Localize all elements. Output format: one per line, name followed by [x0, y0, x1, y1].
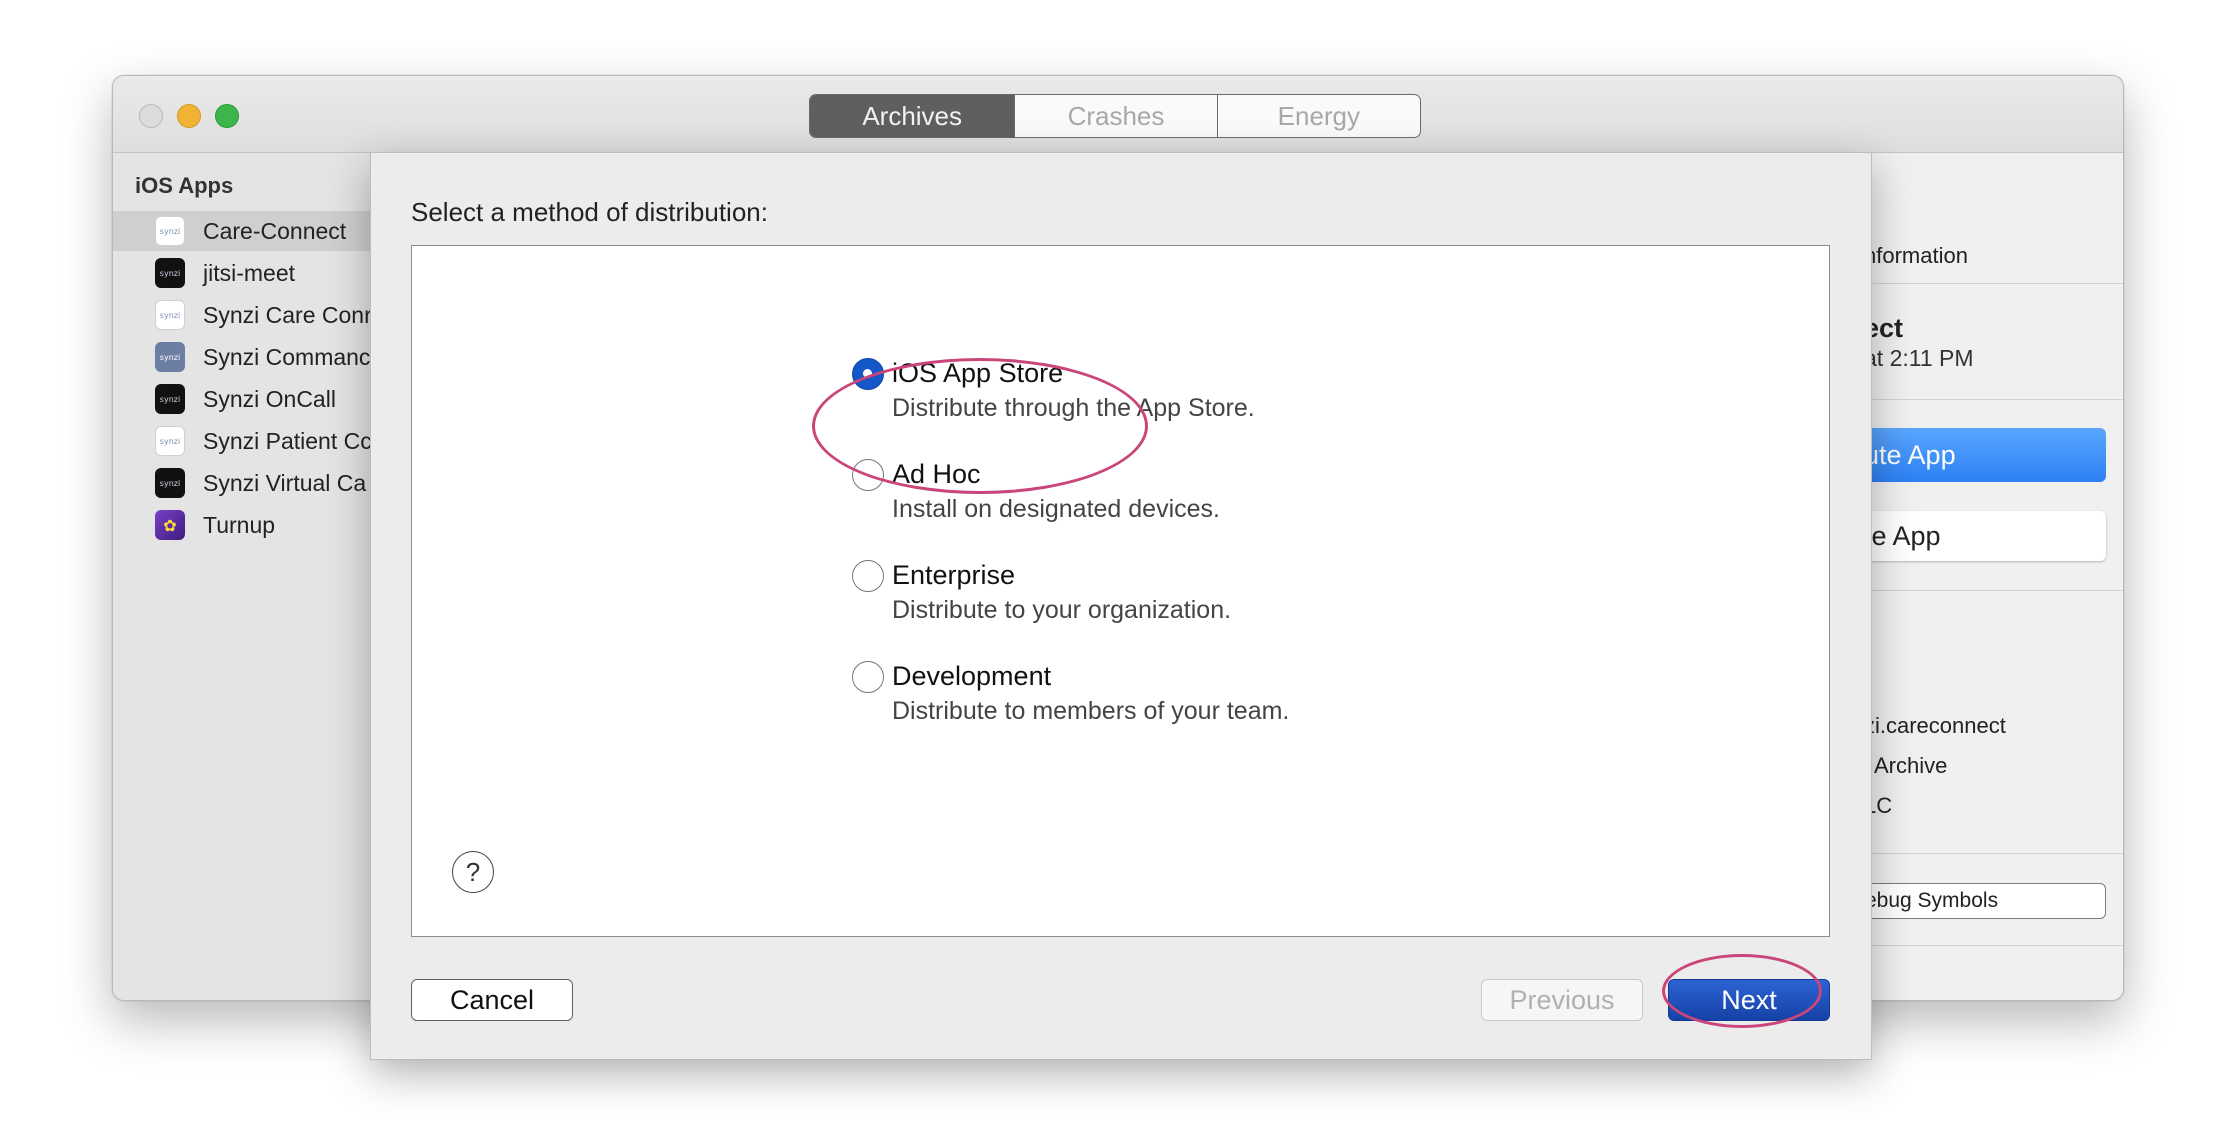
divider — [1864, 399, 2123, 400]
sidebar: iOS Apps synzi Care-Connect synzi jitsi-… — [113, 153, 373, 1000]
information-section-label: nformation — [1864, 243, 1968, 268]
sidebar-item-label: Synzi Virtual Ca — [203, 469, 367, 496]
minimize-window-button[interactable] — [177, 104, 201, 128]
distribution-method-sheet: Select a method of distribution: iOS App… — [370, 152, 1872, 1060]
sidebar-item-label: Synzi Patient Cc — [203, 427, 372, 454]
sidebar-item-synzi-oncall[interactable]: synzi Synzi OnCall — [113, 379, 373, 419]
radio-enterprise[interactable] — [852, 560, 884, 592]
validate-app-button[interactable]: te App — [1864, 511, 2106, 561]
type-value: Archive — [1874, 753, 1948, 778]
sidebar-item-label: Synzi Care Conr — [203, 301, 372, 328]
sidebar-item-care-connect[interactable]: synzi Care-Connect — [113, 211, 373, 251]
option-description: Distribute to members of your team. — [892, 697, 1290, 725]
app-icon: synzi — [155, 342, 185, 372]
close-window-button[interactable] — [139, 104, 163, 128]
option-description: Install on designated devices. — [892, 495, 1220, 523]
distribution-options-panel: iOS App Store Distribute through the App… — [411, 245, 1830, 937]
sidebar-item-label: Care-Connect — [203, 217, 347, 244]
divider — [1864, 945, 2123, 946]
sidebar-item-jitsi-meet[interactable]: synzi jitsi-meet — [113, 253, 373, 293]
sidebar-item-label: Turnup — [203, 511, 276, 538]
app-icon: synzi — [155, 258, 185, 288]
sidebar-item-label: Synzi Commanc — [203, 343, 371, 370]
distribute-app-button[interactable]: ute App — [1864, 428, 2106, 482]
debug-symbols-label: ebug Symbols — [1865, 889, 1999, 912]
distribute-app-label: ute App — [1864, 439, 1956, 470]
radio-development[interactable] — [852, 661, 884, 693]
sidebar-header: iOS Apps — [135, 173, 234, 198]
title-bar: Archives Crashes Energy — [113, 76, 2123, 153]
option-description: Distribute through the App Store. — [892, 394, 1255, 422]
zoom-window-button[interactable] — [215, 104, 239, 128]
app-icon: synzi — [155, 426, 185, 456]
sidebar-item-label: Synzi OnCall — [203, 385, 336, 412]
next-button[interactable]: Next — [1668, 979, 1830, 1021]
divider — [1864, 853, 2123, 854]
app-icon: ✿ — [155, 510, 185, 540]
help-icon[interactable]: ? — [452, 851, 494, 893]
sheet-title: Select a method of distribution: — [411, 197, 768, 227]
previous-button[interactable]: Previous — [1481, 979, 1643, 1021]
divider — [1864, 590, 2123, 591]
radio-ios-app-store[interactable] — [852, 358, 884, 390]
option-title: Enterprise — [892, 560, 1016, 590]
sidebar-item-turnup[interactable]: ✿ Turnup — [113, 505, 373, 545]
option-description: Distribute to your organization. — [892, 596, 1232, 624]
organizer-tabs: Archives Crashes Energy — [809, 94, 1421, 138]
app-icon: synzi — [155, 300, 185, 330]
option-title: Ad Hoc — [892, 459, 981, 489]
app-icon: synzi — [155, 384, 185, 414]
sidebar-item-synzi-virtual[interactable]: synzi Synzi Virtual Ca — [113, 463, 373, 503]
option-title: iOS App Store — [892, 358, 1064, 388]
validate-app-label: te App — [1864, 520, 1941, 551]
app-icon: synzi — [155, 216, 185, 246]
download-debug-symbols-button[interactable]: ebug Symbols — [1864, 883, 2106, 919]
archive-date: at 2:11 PM — [1864, 345, 1974, 371]
sidebar-item-synzi-command[interactable]: synzi Synzi Commanc — [113, 337, 373, 377]
tab-crashes[interactable]: Crashes — [1015, 95, 1218, 137]
sidebar-item-synzi-care-connect[interactable]: synzi Synzi Care Conr — [113, 295, 373, 335]
app-icon: synzi — [155, 468, 185, 498]
tab-energy[interactable]: Energy — [1218, 95, 1420, 137]
archive-inspector: nformation ect at 2:11 PM ute App te App… — [1863, 153, 2123, 1000]
sidebar-item-label: jitsi-meet — [203, 259, 296, 286]
radio-ad-hoc[interactable] — [852, 459, 884, 491]
cancel-button[interactable]: Cancel — [411, 979, 573, 1021]
identifier-value: zi.careconnect — [1864, 713, 2006, 738]
sidebar-item-synzi-patient[interactable]: synzi Synzi Patient Cc — [113, 421, 373, 461]
tab-archives[interactable]: Archives — [810, 95, 1016, 137]
option-title: Development — [892, 661, 1052, 691]
divider — [1864, 283, 2123, 284]
